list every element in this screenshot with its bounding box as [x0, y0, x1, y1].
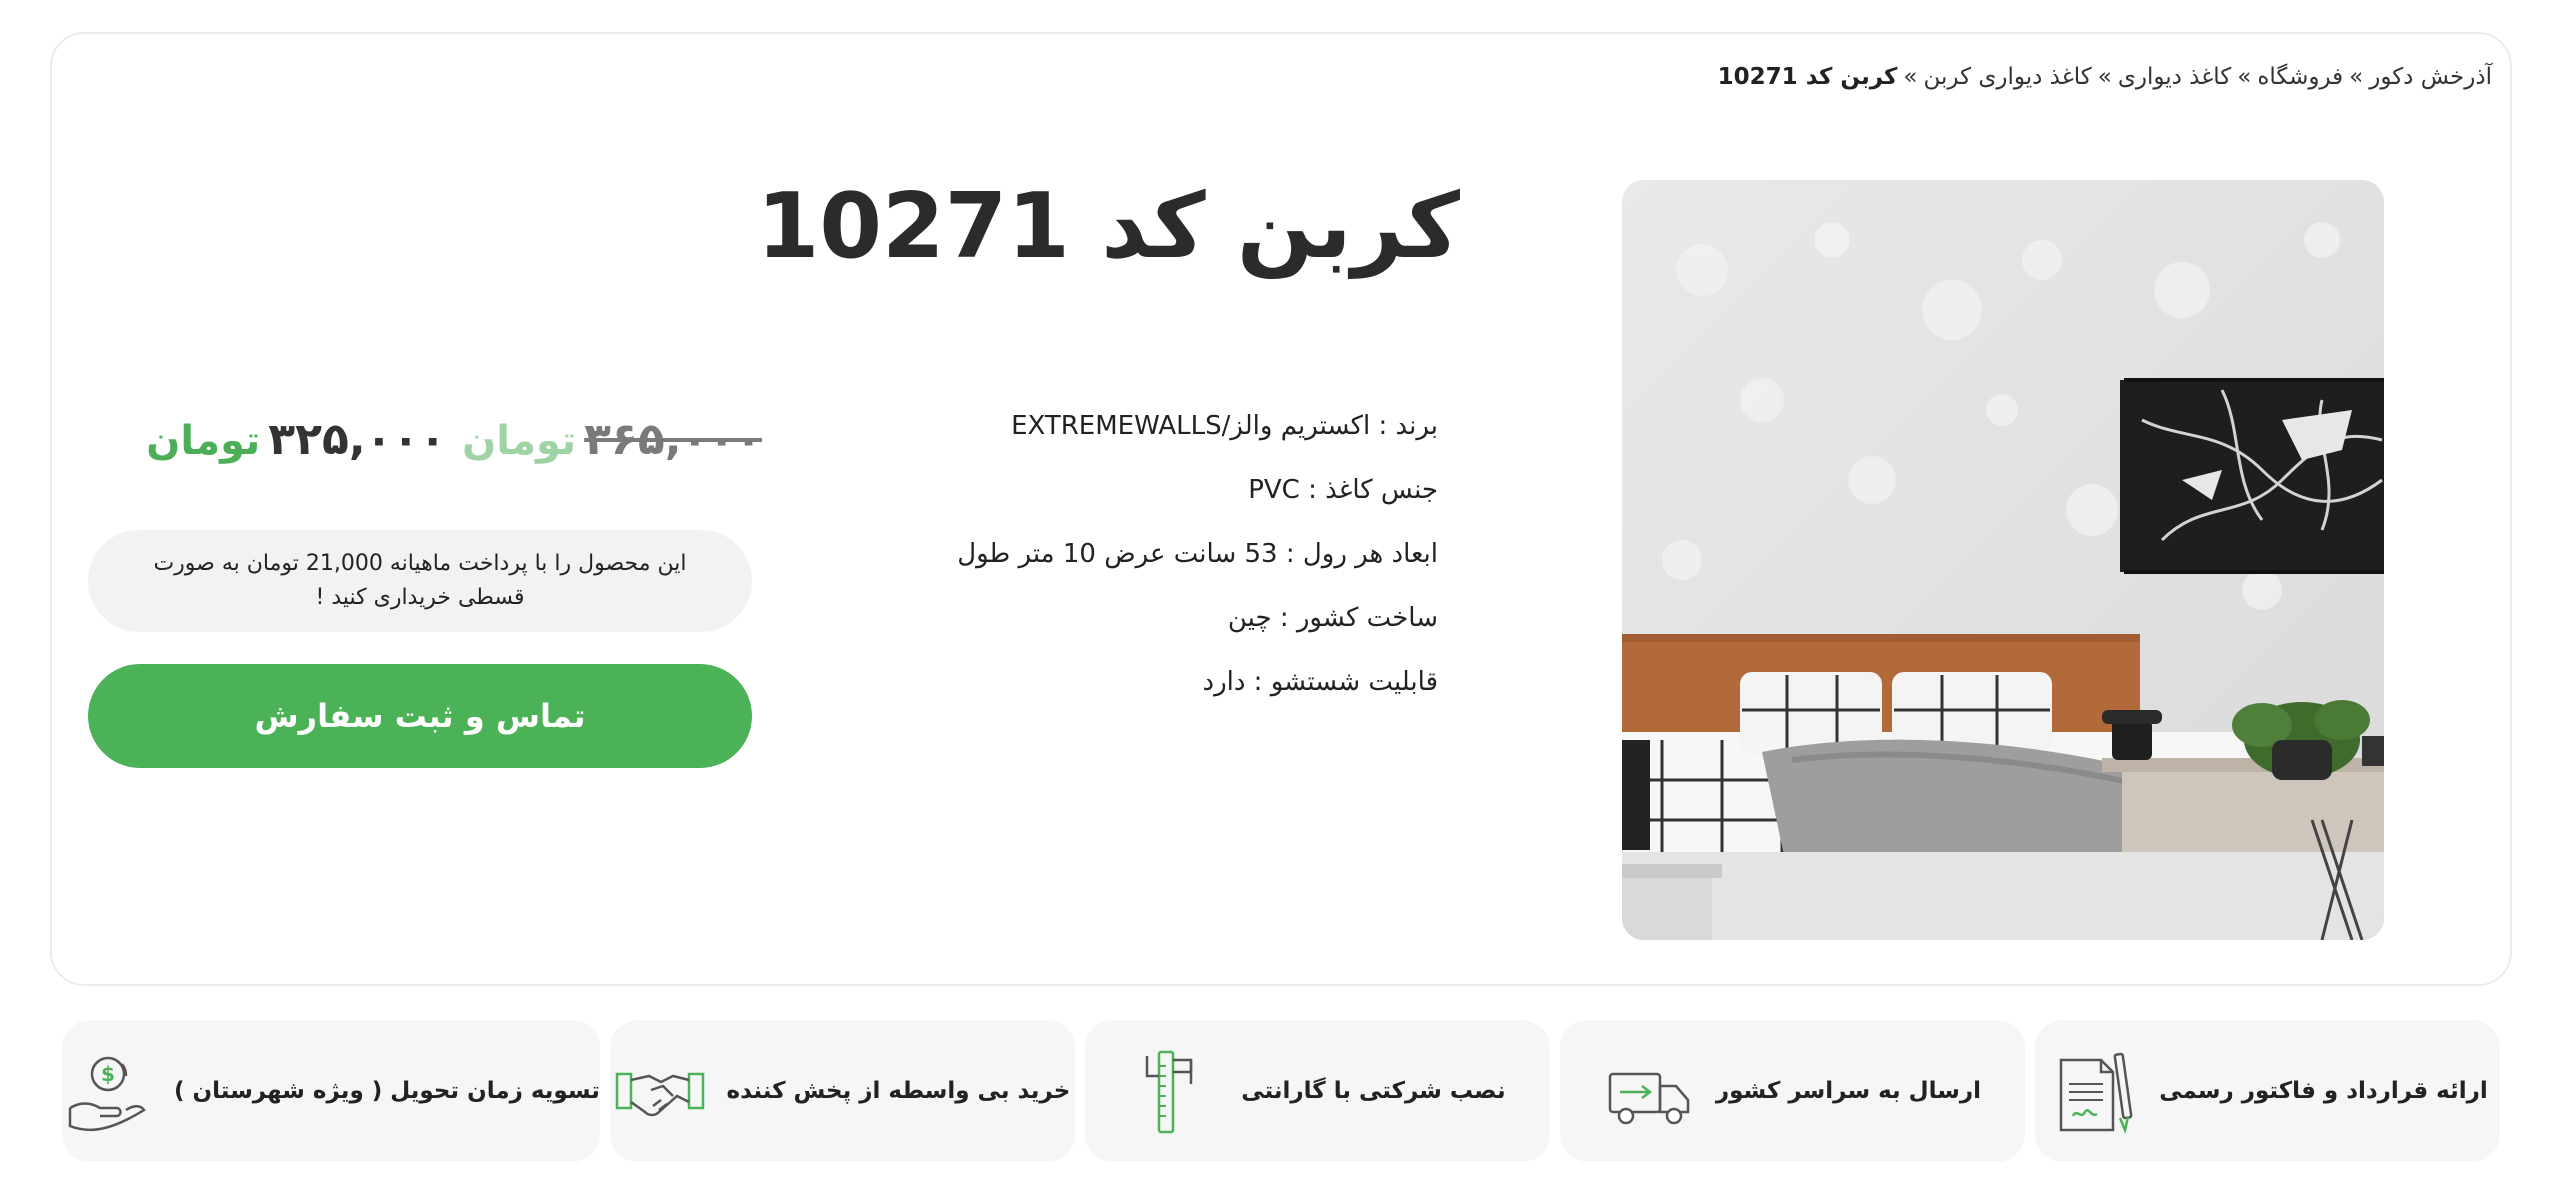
feature-contract: ارائه قرارداد و فاکتور رسمی: [2034, 1020, 2500, 1162]
svg-text:$: $: [101, 1062, 115, 1086]
feature-label: ارائه قرارداد و فاکتور رسمی: [2159, 1078, 2488, 1104]
feature-payment-on-delivery: $ تسویه زمان تحویل ( ویژه شهرستان ): [62, 1020, 600, 1162]
feature-label: نصب شرکتی با گارانتی: [1241, 1078, 1506, 1104]
breadcrumb-current: کربن کد 10271: [1717, 64, 1898, 90]
order-button[interactable]: تماس و ثبت سفارش: [88, 664, 752, 768]
breadcrumb-separator: »: [1903, 64, 1918, 90]
features-bar: ارائه قرارداد و فاکتور رسمی ارسال به سرا…: [62, 1020, 2500, 1162]
breadcrumb-separator: »: [2349, 64, 2364, 90]
product-image[interactable]: [1622, 180, 2384, 940]
feature-shipping: ارسال به سراسر کشور: [1559, 1020, 2025, 1162]
feature-direct-purchase: خرید بی واسطه از پخش کننده: [609, 1020, 1075, 1162]
installation-tools-icon: [1129, 1046, 1219, 1136]
old-price-currency: تومان: [462, 418, 577, 464]
installment-info: این محصول را با پرداخت ماهیانه 21,000 تو…: [88, 530, 752, 632]
handshake-icon: [615, 1046, 705, 1136]
new-price: ۳۲۵,۰۰۰: [268, 414, 447, 465]
product-card: آذرخش دکور»فروشگاه»کاغذ دیواری»کاغذ دیوا…: [50, 32, 2512, 986]
feature-label: خرید بی واسطه از پخش کننده: [726, 1078, 1071, 1104]
breadcrumb-carbon-wallpaper[interactable]: کاغذ دیواری کربن: [1923, 64, 2091, 90]
payment-hand-icon: $: [62, 1046, 152, 1136]
spec-washable: قابلیت شستشو : دارد: [1202, 667, 1438, 697]
feature-label: ارسال به سراسر کشور: [1715, 1078, 1982, 1104]
breadcrumb: آذرخش دکور»فروشگاه»کاغذ دیواری»کاغذ دیوا…: [1718, 64, 2492, 90]
breadcrumb-separator: »: [2237, 64, 2252, 90]
contract-icon: [2047, 1046, 2137, 1136]
breadcrumb-separator: »: [2097, 64, 2112, 90]
breadcrumb-wallpaper[interactable]: کاغذ دیواری: [2118, 64, 2231, 90]
order-button-label: تماس و ثبت سفارش: [254, 697, 586, 735]
spec-material: جنس کاغذ : PVC: [1248, 475, 1438, 505]
old-price: ۳۶۵,۰۰۰: [584, 414, 762, 465]
product-specs: برند : اکستریم والز/EXTREMEWALLS جنس کاغ…: [957, 394, 1438, 714]
installment-text: این محصول را با پرداخت ماهیانه 21,000 تو…: [153, 551, 687, 610]
breadcrumb-shop[interactable]: فروشگاه: [2257, 64, 2343, 90]
product-title: کربن کد 10271: [756, 174, 1461, 279]
spec-brand: برند : اکستریم والز/EXTREMEWALLS: [1011, 411, 1438, 441]
spec-origin: ساخت کشور : چین: [1227, 603, 1438, 633]
spec-dimensions: ابعاد هر رول : 53 سانت عرض 10 متر طول: [957, 539, 1438, 569]
price-row: ۳۶۵,۰۰۰تومان۳۲۵,۰۰۰تومان: [146, 414, 762, 494]
new-price-currency: تومان: [146, 418, 261, 464]
delivery-truck-icon: [1604, 1046, 1694, 1136]
feature-installation: نصب شرکتی با گارانتی: [1084, 1020, 1550, 1162]
breadcrumb-home[interactable]: آذرخش دکور: [2369, 64, 2492, 90]
feature-label: تسویه زمان تحویل ( ویژه شهرستان ): [174, 1078, 600, 1104]
